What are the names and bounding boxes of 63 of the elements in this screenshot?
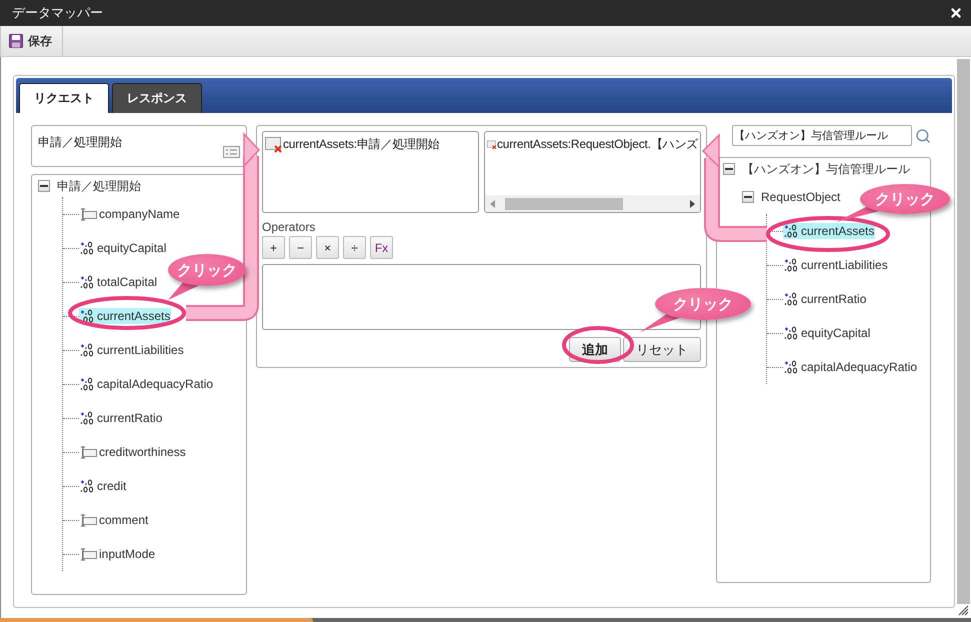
tree-item[interactable]: currentLiabilities bbox=[79, 342, 185, 358]
text-field-icon bbox=[80, 514, 97, 526]
number-type-icon bbox=[784, 258, 799, 272]
tree-item[interactable]: capitalAdequacyRatio bbox=[783, 359, 918, 375]
tree-item[interactable]: RequestObject bbox=[760, 189, 842, 205]
mapping-item[interactable]: currentAssets:申請／処理開始 bbox=[283, 136, 440, 153]
tree-item[interactable]: inputMode bbox=[79, 546, 156, 562]
number-type-icon bbox=[80, 241, 95, 255]
callout-bubble: クリック bbox=[168, 254, 246, 286]
number-type-icon bbox=[80, 343, 95, 357]
operator-button[interactable]: ÷ bbox=[343, 236, 366, 259]
operators-label: Operators bbox=[262, 220, 316, 234]
number-type-icon bbox=[784, 224, 799, 238]
number-type-icon bbox=[80, 411, 95, 425]
tree-item[interactable]: equityCapital bbox=[79, 240, 168, 256]
number-type-icon bbox=[80, 309, 95, 323]
tab[interactable]: リクエスト bbox=[19, 83, 109, 113]
tree-item[interactable]: currentAssets bbox=[79, 308, 172, 324]
mapping-item[interactable]: currentAssets:RequestObject.【ハンズ bbox=[496, 136, 698, 153]
search-field[interactable]: 【ハンズオン】与信管理ルール bbox=[732, 125, 912, 146]
tree-item[interactable]: currentRatio bbox=[783, 291, 868, 307]
tree-item[interactable]: totalCapital bbox=[79, 274, 158, 290]
highlight-ellipse bbox=[562, 326, 634, 364]
text-field-icon bbox=[80, 446, 97, 458]
scroll-right-icon[interactable] bbox=[690, 200, 695, 208]
tree-item[interactable]: companyName bbox=[79, 206, 181, 222]
number-type-icon bbox=[784, 360, 799, 374]
operator-button[interactable]: × bbox=[316, 236, 339, 259]
list-icon[interactable] bbox=[223, 146, 240, 158]
number-type-icon bbox=[80, 377, 95, 391]
horizontal-scrollbar[interactable] bbox=[485, 195, 700, 212]
text-field-icon bbox=[80, 548, 97, 560]
close-icon[interactable] bbox=[949, 6, 963, 20]
tree-item[interactable]: currentLiabilities bbox=[783, 257, 889, 273]
operator-button[interactable]: + bbox=[262, 236, 285, 259]
number-type-icon bbox=[784, 326, 799, 340]
number-type-icon bbox=[80, 479, 95, 493]
save-button[interactable]: 保存 bbox=[1, 26, 63, 56]
tree-item[interactable]: capitalAdequacyRatio bbox=[79, 376, 214, 392]
operator-button[interactable]: Fx bbox=[370, 236, 393, 259]
expression-field[interactable] bbox=[262, 264, 701, 330]
tree-item[interactable]: creditworthiness bbox=[79, 444, 187, 460]
callout-bubble: クリック bbox=[860, 184, 950, 214]
source-field[interactable]: 申請／処理開始 bbox=[31, 125, 247, 167]
vertical-scrollbar[interactable] bbox=[955, 57, 971, 618]
text-field-icon bbox=[80, 208, 97, 220]
tree-item[interactable]: currentAssets bbox=[783, 223, 876, 239]
tree-item[interactable]: currentRatio bbox=[79, 410, 164, 426]
window-title: データマッパー bbox=[12, 4, 103, 22]
number-type-icon bbox=[784, 292, 799, 306]
search-icon[interactable] bbox=[915, 128, 931, 144]
broken-image-icon bbox=[265, 136, 283, 152]
tree-item[interactable]: comment bbox=[79, 512, 150, 528]
tab[interactable]: レスポンス bbox=[112, 83, 202, 113]
reset-button[interactable]: リセット bbox=[623, 337, 701, 362]
operator-button[interactable]: − bbox=[289, 236, 312, 259]
number-type-icon bbox=[80, 275, 95, 289]
tree-item[interactable]: credit bbox=[79, 478, 128, 494]
callout-bubble: クリック bbox=[655, 288, 751, 320]
tree-item[interactable]: 【ハンズオン】与信管理ルール bbox=[741, 160, 911, 178]
resize-grip-icon[interactable] bbox=[957, 604, 969, 616]
tree-item[interactable]: equityCapital bbox=[783, 325, 872, 341]
tree-item[interactable]: 申請／処理開始 bbox=[56, 176, 142, 196]
